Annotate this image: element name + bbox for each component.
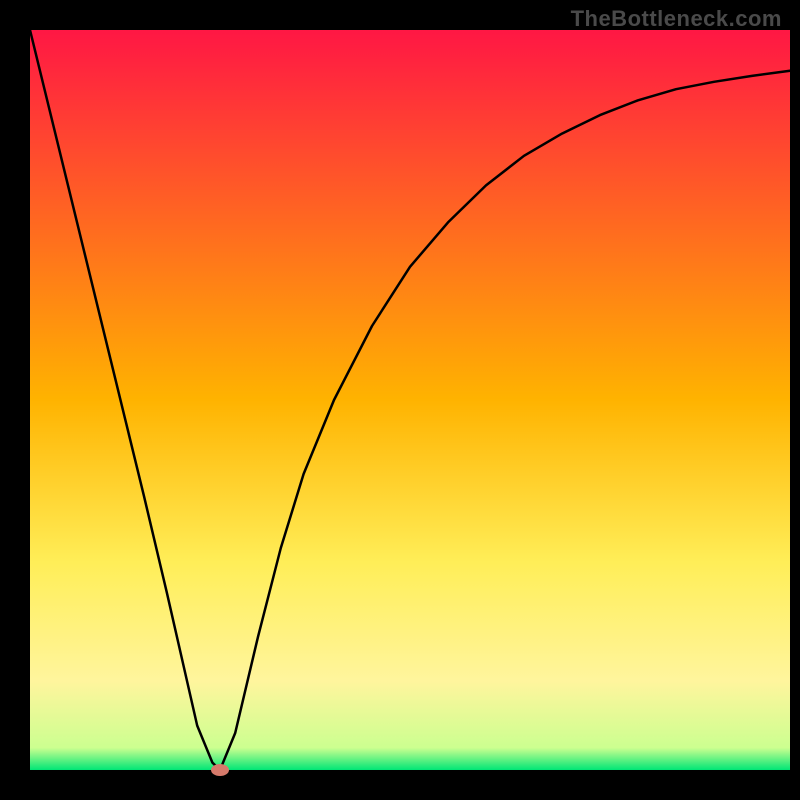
plot-background	[30, 30, 790, 770]
watermark-text: TheBottleneck.com	[571, 6, 782, 32]
bottleneck-chart	[0, 0, 800, 800]
optimum-marker	[211, 764, 229, 776]
chart-container: TheBottleneck.com	[0, 0, 800, 800]
